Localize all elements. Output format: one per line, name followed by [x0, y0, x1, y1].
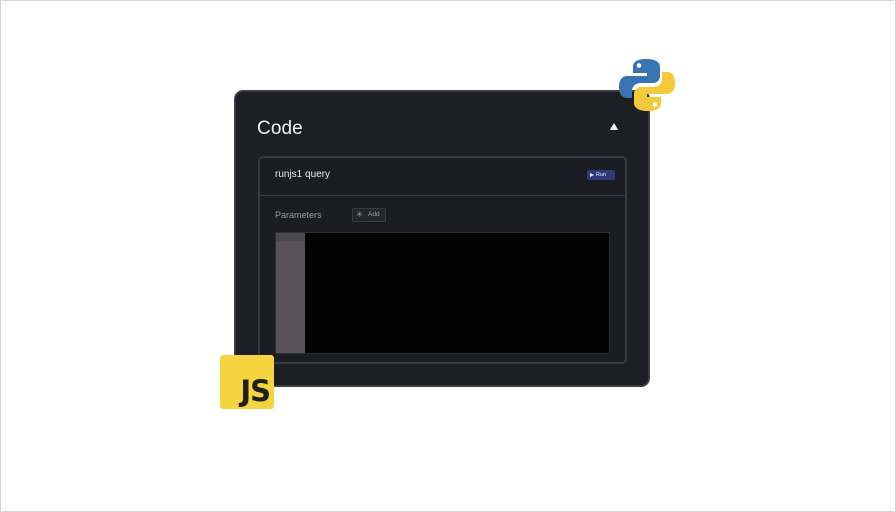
query-panel: runjs1 query Run Parameters ✳ Add [258, 156, 627, 364]
python-logo-icon [619, 59, 675, 111]
divider [260, 195, 625, 196]
javascript-logo-text: JS [240, 374, 271, 408]
run-button[interactable]: Run [587, 170, 615, 180]
run-label: Run [596, 172, 607, 178]
parameters-label: Parameters [275, 210, 322, 220]
javascript-logo: JS [220, 355, 274, 409]
play-icon [590, 172, 594, 177]
add-label: Add [368, 211, 380, 218]
plus-icon: ✳ [356, 210, 363, 219]
code-editor[interactable] [275, 232, 610, 354]
line-number-gutter [276, 233, 305, 353]
active-line-marker [276, 233, 305, 241]
add-parameter-button[interactable]: ✳ Add [352, 208, 386, 222]
triangle-up-icon[interactable] [609, 122, 619, 131]
card-title: Code [257, 118, 303, 139]
code-card: Code runjs1 query Run Parameters ✳ Add [234, 90, 650, 387]
query-name: runjs1 query [275, 169, 331, 180]
